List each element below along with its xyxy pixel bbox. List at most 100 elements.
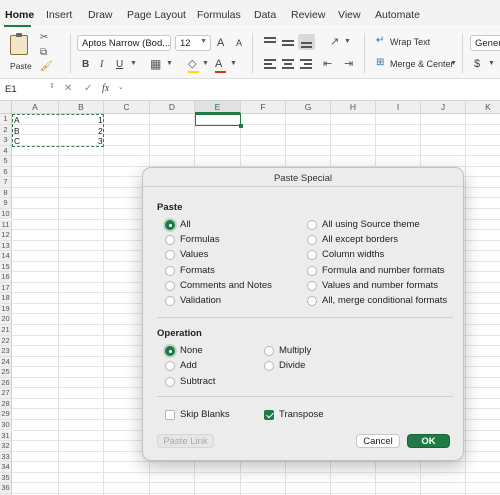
italic-button[interactable]: I xyxy=(100,59,103,70)
confirm-entry-icon[interactable]: ✓ xyxy=(84,83,92,94)
row-header-3[interactable]: 3 xyxy=(0,135,12,146)
row-header-29[interactable]: 29 xyxy=(0,409,12,420)
borders-icon[interactable]: ▦ xyxy=(150,57,161,71)
align-bottom-icon[interactable] xyxy=(298,34,315,50)
paste-option-values[interactable]: Values xyxy=(165,248,208,261)
row-header-7[interactable]: 7 xyxy=(0,177,12,188)
row-header-8[interactable]: 8 xyxy=(0,187,12,199)
row-header-31[interactable]: 31 xyxy=(0,430,12,441)
chevron-down-icon[interactable]: ▼ xyxy=(202,60,209,67)
shrink-font-button[interactable]: A xyxy=(236,38,242,48)
decrease-indent-icon[interactable]: ⇤ xyxy=(323,57,332,70)
row-header-17[interactable]: 17 xyxy=(0,282,12,294)
column-header-a[interactable]: A xyxy=(12,101,59,114)
font-color-icon[interactable]: A xyxy=(215,58,226,73)
row-header-24[interactable]: 24 xyxy=(0,356,12,368)
number-format-dropdown[interactable]: General xyxy=(470,35,500,51)
row-header-22[interactable]: 22 xyxy=(0,335,12,347)
tab-view[interactable]: View xyxy=(338,9,361,21)
cancel-entry-icon[interactable]: ✕ xyxy=(64,83,72,94)
column-header-f[interactable]: F xyxy=(241,101,286,114)
merge-center-button[interactable]: Merge & Center xyxy=(390,59,454,69)
ok-button[interactable]: OK xyxy=(407,434,450,448)
grow-font-button[interactable]: A xyxy=(217,37,224,49)
tab-draw[interactable]: Draw xyxy=(88,9,113,21)
column-header-b[interactable]: B xyxy=(59,101,104,114)
chevron-down-icon[interactable]: ▼ xyxy=(166,60,173,67)
column-header-i[interactable]: I xyxy=(376,101,421,114)
row-header-10[interactable]: 10 xyxy=(0,208,12,220)
paste-option-values-number-formats[interactable]: Values and number formats xyxy=(307,279,438,292)
tab-page-layout[interactable]: Page Layout xyxy=(127,9,186,21)
wrap-text-button[interactable]: Wrap Text xyxy=(390,37,430,47)
paste-option-formulas[interactable]: Formulas xyxy=(165,233,220,246)
paste-option-merge-conditional[interactable]: All, merge conditional formats xyxy=(307,294,447,307)
bold-button[interactable]: B xyxy=(82,59,89,70)
row-header-2[interactable]: 2 xyxy=(0,124,12,136)
paste-option-column-widths[interactable]: Column widths xyxy=(307,248,384,261)
paste-link-button[interactable]: Paste Link xyxy=(157,434,214,448)
select-all-corner[interactable] xyxy=(0,101,12,114)
row-header-13[interactable]: 13 xyxy=(0,240,12,252)
font-size-dropdown[interactable]: 12 ▼ xyxy=(175,35,211,51)
cut-icon[interactable]: ✂ xyxy=(40,32,48,43)
column-header-g[interactable]: G xyxy=(286,101,331,114)
row-header-15[interactable]: 15 xyxy=(0,261,12,273)
tab-data[interactable]: Data xyxy=(254,9,276,21)
row-header-21[interactable]: 21 xyxy=(0,325,12,336)
cancel-button[interactable]: Cancel xyxy=(356,434,400,448)
row-header-34[interactable]: 34 xyxy=(0,462,12,473)
row-header-11[interactable]: 11 xyxy=(0,219,12,230)
row-header-23[interactable]: 23 xyxy=(0,346,12,357)
format-painter-icon[interactable]: 🖌 xyxy=(40,61,53,72)
paste-option-formats[interactable]: Formats xyxy=(165,264,215,277)
increase-indent-icon[interactable]: ⇥ xyxy=(344,57,353,70)
row-header-16[interactable]: 16 xyxy=(0,272,12,283)
transpose-checkbox[interactable]: Transpose xyxy=(264,408,324,421)
chevron-down-icon[interactable]: ▼ xyxy=(450,60,457,67)
row-header-14[interactable]: 14 xyxy=(0,251,12,262)
align-top-icon[interactable] xyxy=(262,35,278,49)
operation-multiply[interactable]: Multiply xyxy=(264,344,311,357)
column-header-j[interactable]: J xyxy=(421,101,466,114)
tab-automate[interactable]: Automate xyxy=(375,9,420,21)
row-header-32[interactable]: 32 xyxy=(0,441,12,452)
copy-icon[interactable]: ⧉ xyxy=(40,47,47,58)
operation-subtract[interactable]: Subtract xyxy=(165,375,215,388)
row-header-33[interactable]: 33 xyxy=(0,451,12,463)
paste-option-formula-number-formats[interactable]: Formula and number formats xyxy=(307,264,445,277)
chevron-down-icon[interactable]: ▼ xyxy=(230,60,237,67)
row-header-9[interactable]: 9 xyxy=(0,198,12,209)
row-header-1[interactable]: 1 xyxy=(0,114,12,125)
column-header-e[interactable]: E xyxy=(195,101,241,114)
operation-none[interactable]: None xyxy=(165,344,203,357)
name-box[interactable]: E1 xyxy=(2,82,56,98)
currency-format-button[interactable]: $ xyxy=(474,58,480,70)
row-header-27[interactable]: 27 xyxy=(0,388,12,399)
chevron-down-icon[interactable]: ⌄ xyxy=(118,83,124,91)
row-header-28[interactable]: 28 xyxy=(0,398,12,410)
align-center-icon[interactable] xyxy=(280,57,296,71)
chevron-down-icon[interactable]: ▼ xyxy=(488,60,495,67)
tab-home[interactable]: Home xyxy=(5,9,34,21)
row-header-12[interactable]: 12 xyxy=(0,230,12,241)
column-header-d[interactable]: D xyxy=(150,101,195,114)
tab-review[interactable]: Review xyxy=(291,9,325,21)
chevron-down-icon[interactable]: ▼ xyxy=(344,38,351,45)
paste-button[interactable]: Paste xyxy=(6,33,34,73)
name-box-stepper-icon[interactable]: ⇕ xyxy=(49,82,55,90)
align-left-icon[interactable] xyxy=(262,57,278,71)
font-name-dropdown[interactable]: Aptos Narrow (Bod... xyxy=(77,35,171,51)
row-header-26[interactable]: 26 xyxy=(0,377,12,389)
row-header-36[interactable]: 36 xyxy=(0,483,12,494)
row-header-18[interactable]: 18 xyxy=(0,293,12,304)
underline-button[interactable]: U xyxy=(116,59,123,70)
align-middle-icon[interactable] xyxy=(280,35,296,49)
row-header-4[interactable]: 4 xyxy=(0,145,12,157)
paste-option-all[interactable]: All xyxy=(165,218,191,231)
paste-option-comments-notes[interactable]: Comments and Notes xyxy=(165,279,272,292)
fill-color-icon[interactable]: ◇ xyxy=(188,57,199,73)
orientation-icon[interactable]: ↗ xyxy=(330,35,339,48)
align-right-icon[interactable] xyxy=(298,57,314,71)
column-header-h[interactable]: H xyxy=(331,101,376,114)
